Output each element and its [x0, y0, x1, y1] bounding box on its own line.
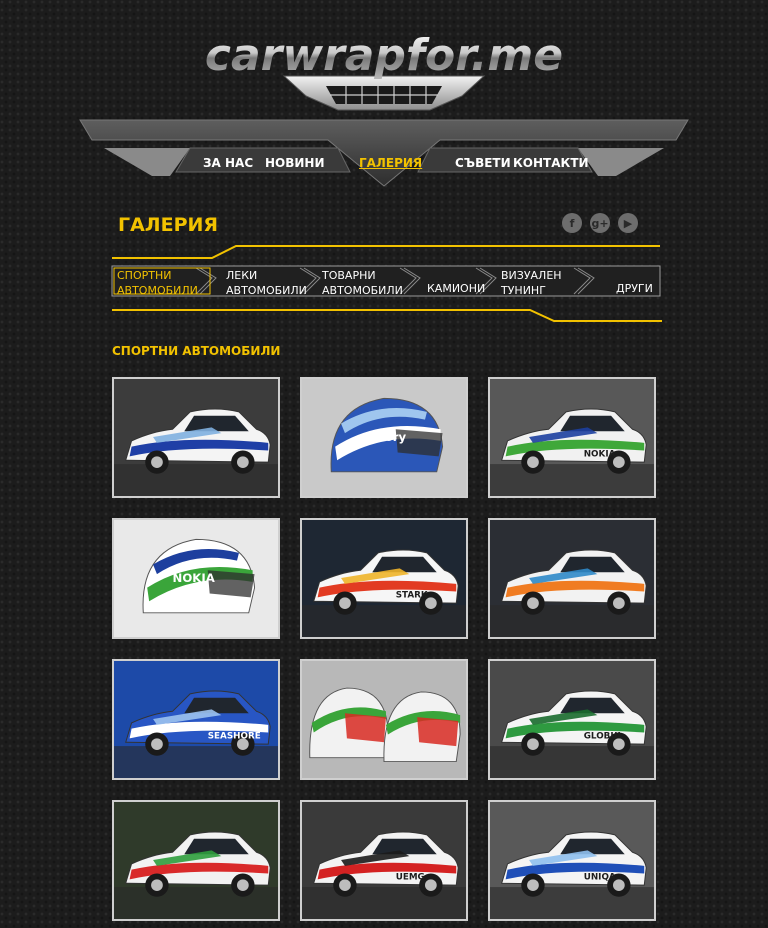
svg-text:STARK: STARK — [396, 590, 429, 600]
gallery-image: UEMG — [302, 802, 466, 919]
category-tab-trucks[interactable]: КАМИОНИ — [427, 268, 485, 296]
category-tab-line1: ВИЗУАЛЕН — [501, 269, 562, 282]
gallery-thumbnail[interactable]: NOKIA — [488, 377, 656, 498]
gallery-thumbnail[interactable] — [488, 518, 656, 639]
gallery-image — [302, 661, 466, 778]
category-tab-line1: ТОВАРНИ — [322, 269, 376, 282]
page-title: ГАЛЕРИЯ — [118, 214, 219, 236]
svg-text:GLOBUL: GLOBUL — [584, 731, 624, 741]
gallery-thumbnail[interactable]: victory — [300, 377, 468, 498]
nav-item-gallery[interactable]: ГАЛЕРИЯ — [359, 156, 422, 174]
category-tab-line2: АВТОМОБИЛИ — [117, 284, 198, 297]
category-tab-line1: ЛЕКИ — [226, 269, 258, 282]
svg-text:victory: victory — [361, 430, 407, 444]
gallery-image: UNIQA — [490, 802, 654, 919]
svg-text:NOKIA: NOKIA — [173, 571, 215, 585]
gallery-image: SEASHORE — [114, 661, 278, 778]
gallery-image — [114, 802, 278, 919]
google-plus-icon[interactable]: g+ — [590, 213, 610, 233]
svg-text:NOKIA: NOKIA — [584, 449, 616, 459]
category-tab-visual-tuning[interactable]: ВИЗУАЛЕН ТУНИНГ — [501, 268, 562, 298]
gallery-thumbnail[interactable] — [112, 800, 280, 921]
gallery-image: NOKIA — [114, 520, 278, 637]
category-tab-line2: ТУНИНГ — [501, 284, 546, 297]
category-tab-other[interactable]: ДРУГИ — [616, 268, 653, 296]
gallery-image: STARK — [302, 520, 466, 637]
gallery-thumbnail[interactable]: NOKIA — [112, 518, 280, 639]
gallery-thumbnail[interactable]: STARK — [300, 518, 468, 639]
svg-text:UNIQA: UNIQA — [584, 872, 616, 882]
category-tab-sports-cars[interactable]: СПОРТНИ АВТОМОБИЛИ — [117, 268, 198, 298]
gallery-thumbnail[interactable] — [112, 377, 280, 498]
nav-item-tips[interactable]: СЪВЕТИ — [455, 156, 511, 174]
svg-text:SEASHORE: SEASHORE — [208, 731, 261, 741]
youtube-icon[interactable]: ▶ — [618, 213, 638, 233]
category-tab-line1: СПОРТНИ — [117, 269, 172, 282]
gallery-image: NOKIA — [490, 379, 654, 496]
section-title: СПОРТНИ АВТОМОБИЛИ — [112, 344, 281, 358]
svg-text:UEMG: UEMG — [396, 872, 425, 882]
facebook-icon[interactable]: f — [562, 213, 582, 233]
category-tab-line2: АВТОМОБИЛИ — [226, 284, 307, 297]
gallery-image — [490, 520, 654, 637]
category-tab-cars[interactable]: ЛЕКИ АВТОМОБИЛИ — [226, 268, 307, 298]
category-tab-line2: ДРУГИ — [616, 282, 653, 295]
nav-item-about[interactable]: ЗА НАС — [203, 156, 253, 174]
category-tab-line2: АВТОМОБИЛИ — [322, 284, 403, 297]
gallery-thumbnail[interactable]: UNIQA — [488, 800, 656, 921]
gallery-thumbnail[interactable]: GLOBUL — [488, 659, 656, 780]
gallery-image: victory — [302, 379, 466, 496]
nav-item-contacts[interactable]: КОНТАКТИ — [513, 156, 589, 174]
category-tab-trucks-light[interactable]: ТОВАРНИ АВТОМОБИЛИ — [322, 268, 403, 298]
gallery-thumbnail[interactable]: SEASHORE — [112, 659, 280, 780]
gallery-image: GLOBUL — [490, 661, 654, 778]
gallery-thumbnail[interactable] — [300, 659, 468, 780]
gallery-thumbnail[interactable]: UEMG — [300, 800, 468, 921]
category-tab-line2: КАМИОНИ — [427, 282, 486, 295]
gallery-image — [114, 379, 278, 496]
nav-item-news[interactable]: НОВИНИ — [265, 156, 325, 174]
site-logo[interactable]: carwrapfor.me — [0, 30, 768, 81]
